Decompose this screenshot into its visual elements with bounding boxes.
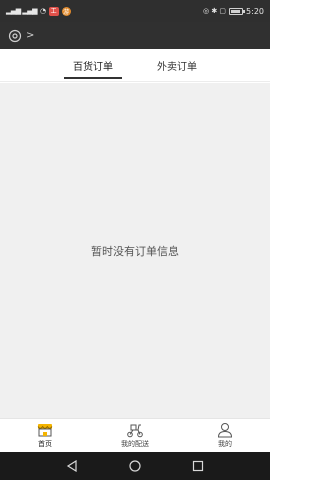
android-nav-bar	[0, 452, 270, 480]
battery-icon	[229, 7, 246, 15]
signal-icon: ▂▄▆ ▂▄▆	[6, 7, 38, 15]
notification-badge-2: 游	[61, 6, 71, 16]
tabbar-label-profile: 我的	[218, 440, 232, 448]
user-icon	[216, 422, 234, 438]
tabbar-label-my-delivery: 我的配送	[121, 440, 149, 448]
order-tabs: 百货订单 外卖订单	[0, 49, 270, 82]
location-icon[interactable]	[8, 29, 22, 43]
bottom-tabbar: 首页 我的配送 我的	[0, 418, 270, 452]
scooter-icon	[126, 422, 144, 438]
shop-icon	[36, 422, 54, 438]
clock: 5:20	[246, 6, 264, 16]
app-header: >	[0, 22, 270, 49]
wifi-icon: ◔	[40, 7, 46, 15]
recents-icon[interactable]	[188, 456, 208, 476]
status-right: ◎ ✱ ▢ 5:20	[203, 7, 264, 16]
tabbar-item-my-delivery[interactable]: 我的配送	[90, 419, 180, 452]
orders-content: 暂时没有订单信息	[0, 83, 270, 418]
chevron-right-icon[interactable]: >	[26, 30, 34, 41]
back-icon[interactable]	[62, 456, 82, 476]
tab-goods-orders[interactable]: 百货订单	[51, 49, 135, 81]
tabbar-label-home: 首页	[38, 440, 52, 448]
home-icon[interactable]	[125, 456, 145, 476]
status-icons: ◎ ✱ ▢	[202, 7, 227, 15]
empty-message: 暂时没有订单信息	[91, 244, 179, 258]
tab-takeout-orders[interactable]: 外卖订单	[135, 49, 219, 81]
tabbar-item-profile[interactable]: 我的	[180, 419, 270, 452]
status-bar: ▂▄▆ ▂▄▆ ◔ 工 游 ◎ ✱ ▢ 5:20	[0, 0, 270, 22]
status-left: ▂▄▆ ▂▄▆ ◔ 工 游	[6, 6, 71, 16]
tabbar-item-home[interactable]: 首页	[0, 419, 90, 452]
notification-badge: 工	[48, 6, 59, 16]
